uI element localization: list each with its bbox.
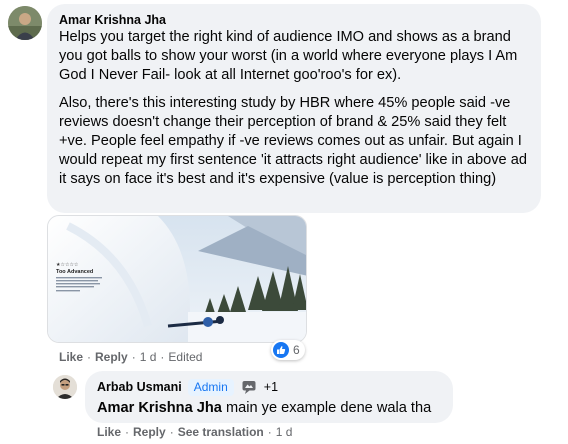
speech-bubble-icon[interactable] bbox=[240, 378, 258, 396]
separator-dot: · bbox=[125, 425, 130, 439]
admin-badge[interactable]: Admin bbox=[187, 378, 234, 396]
reply-author[interactable]: Arbab Usmani bbox=[97, 379, 182, 395]
reply-reply-button[interactable]: Reply bbox=[133, 425, 166, 439]
reply-bubble: Arbab Usmani Admin +1 Amar Krishna Jha m… bbox=[85, 371, 453, 423]
like-button[interactable]: Like bbox=[59, 350, 83, 364]
svg-text:★☆☆☆☆: ★☆☆☆☆ bbox=[56, 262, 79, 268]
comment-bubble: Amar Krishna Jha Helps you target the ri… bbox=[47, 4, 541, 213]
comment-paragraph-1: Helps you target the right kind of audie… bbox=[59, 29, 518, 83]
edited-label[interactable]: Edited bbox=[168, 350, 202, 364]
separator-dot: · bbox=[131, 350, 136, 364]
like-icon bbox=[273, 342, 289, 358]
reaction-count: 6 bbox=[293, 343, 300, 357]
separator-dot: · bbox=[87, 350, 92, 364]
reaction-summary[interactable]: 6 bbox=[271, 340, 305, 360]
separator-dot: · bbox=[160, 350, 165, 364]
comment-paragraph-2: Also, there's this interesting study by … bbox=[59, 95, 527, 187]
mention-link[interactable]: Amar Krishna Jha bbox=[97, 400, 222, 416]
commenter-avatar[interactable] bbox=[8, 6, 42, 40]
badge-count[interactable]: +1 bbox=[264, 380, 278, 394]
reply-like-button[interactable]: Like bbox=[97, 425, 121, 439]
comment-author[interactable]: Amar Krishna Jha bbox=[59, 12, 529, 28]
reply-button[interactable]: Reply bbox=[95, 350, 128, 364]
reply-text: Amar Krishna Jha main ye example dene wa… bbox=[97, 398, 441, 418]
reply-message: main ye example dene wala tha bbox=[221, 400, 432, 416]
comment-actions: Like · Reply · 1 d · Edited bbox=[59, 350, 202, 364]
separator-dot: · bbox=[267, 425, 272, 439]
comment-attachment-image[interactable]: ★☆☆☆☆ Too Advanced bbox=[47, 215, 307, 343]
reply-header: Arbab Usmani Admin +1 bbox=[97, 378, 441, 396]
reply-avatar[interactable] bbox=[53, 375, 77, 399]
reply-timestamp[interactable]: 1 d bbox=[276, 425, 293, 439]
see-translation-button[interactable]: See translation bbox=[178, 425, 264, 439]
reply-actions: Like · Reply · See translation · 1 d bbox=[97, 425, 292, 439]
svg-text:Too Advanced: Too Advanced bbox=[56, 269, 93, 275]
separator-dot: · bbox=[169, 425, 174, 439]
comment-timestamp[interactable]: 1 d bbox=[140, 350, 157, 364]
